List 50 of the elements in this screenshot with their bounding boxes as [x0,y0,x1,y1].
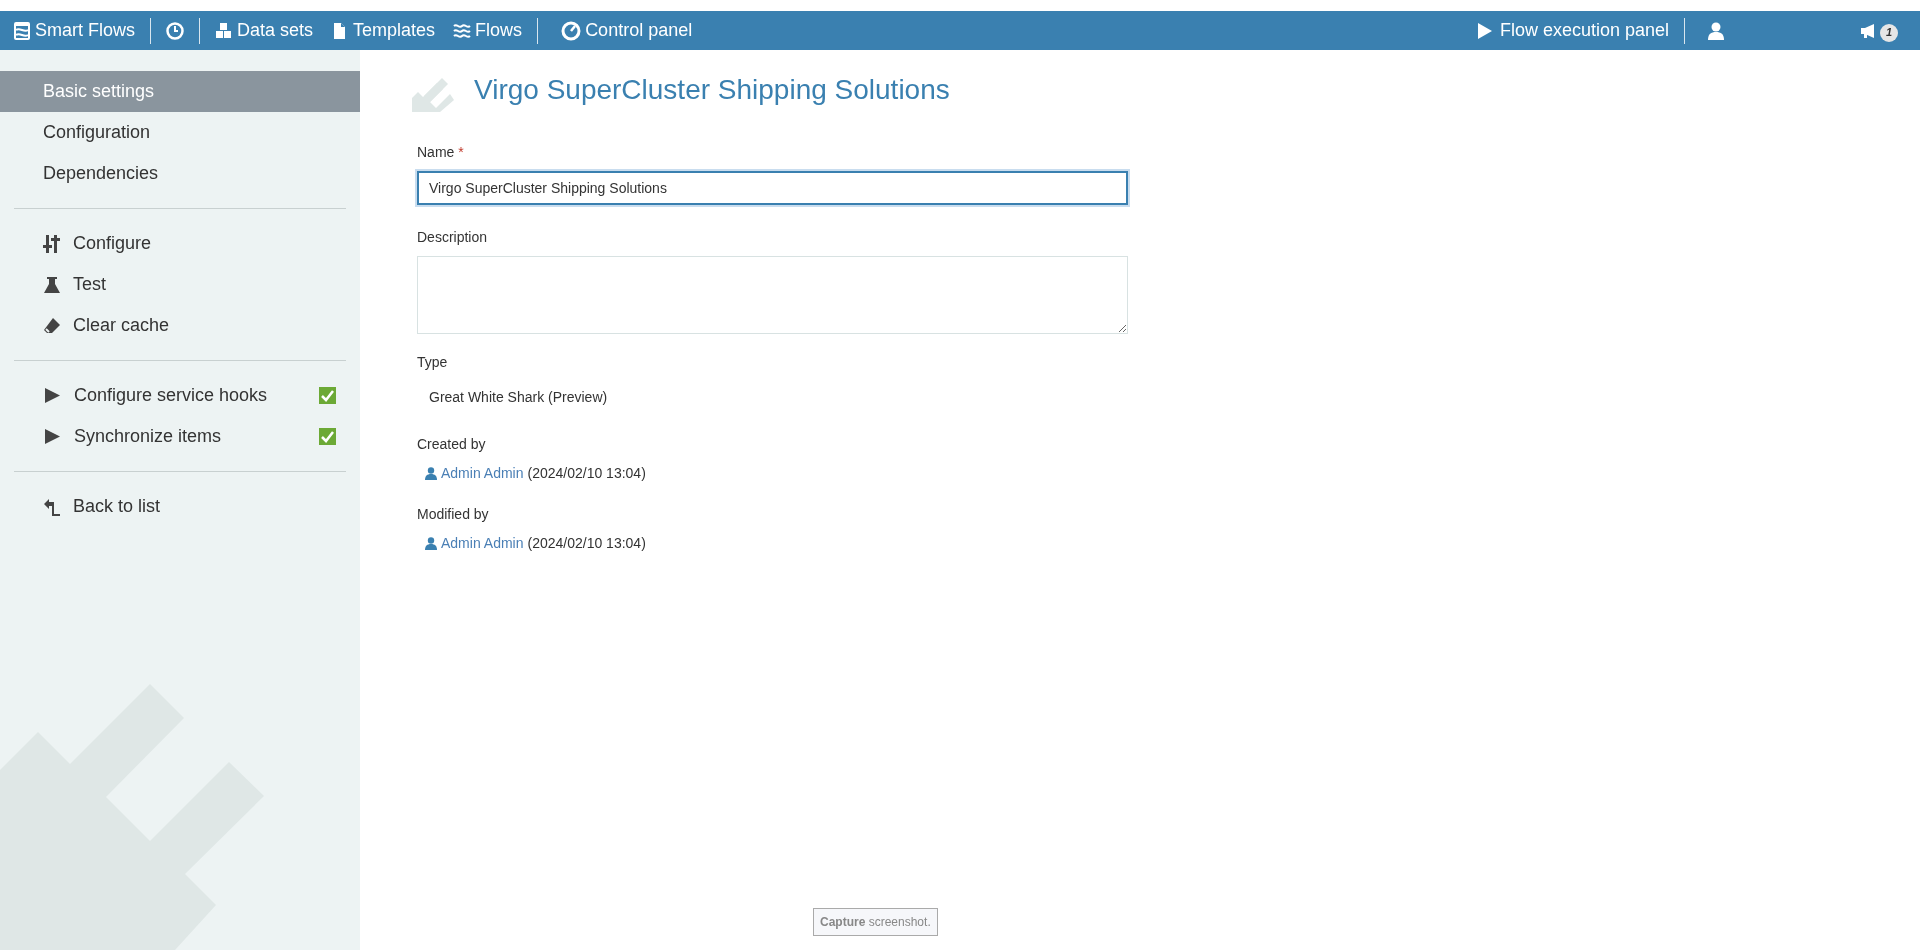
user-icon [425,537,437,550]
field-label: Modified by [417,505,490,524]
field-label: Name [417,143,455,162]
sidebar-action[interactable]: Test [0,264,360,305]
triangle-icon [45,388,60,403]
clock-icon [166,21,184,40]
name-input[interactable]: Virgo SuperCluster Shipping Solutions [417,171,1128,205]
sidebar-action[interactable]: Clear cache [0,305,360,346]
history-button[interactable] [166,21,184,40]
timestamp: (2024/02/10 13:04) [527,464,646,483]
field-value: Great White Shark (Preview) [428,388,609,407]
gauge-icon [561,20,582,41]
checkbox[interactable] [319,387,336,404]
triangle-icon [45,429,60,444]
nav-link[interactable]: Flows [453,17,523,44]
eraser-icon [43,316,61,335]
notification-badge: 1 [1880,23,1898,42]
field-label: Description [417,228,489,247]
sidebar-item[interactable]: Configuration [0,112,360,153]
user-link[interactable]: Admin Admin [425,463,524,484]
nav-link[interactable]: Templates [331,17,436,44]
user-link[interactable]: Admin Admin [425,533,524,554]
back-link[interactable]: Back to list [0,486,360,527]
description-field[interactable] [417,256,1128,334]
user-icon [1708,21,1724,40]
required-marker: * [458,143,464,162]
flask-icon [43,275,61,294]
user-icon [425,467,437,480]
nav-link[interactable]: Control panel [561,17,693,44]
nav-link[interactable]: Flow execution panel [1477,17,1669,44]
sidebar-item[interactable]: Dependencies [0,153,360,194]
checkbox[interactable] [319,428,336,445]
notifications-button[interactable]: 1 [1860,19,1898,42]
sliders-icon [43,234,61,253]
field-label: Created by [417,435,487,454]
boxes-icon [215,21,233,40]
brand-link[interactable]: Smart Flows [14,17,135,44]
sidebar-action[interactable]: Configure [0,223,360,264]
expandable-item[interactable]: Configure service hooks [45,382,319,409]
user-menu-button[interactable] [1708,21,1724,40]
page-title: Virgo SuperCluster Shipping Solutions [474,73,950,107]
back-arrow-icon [43,497,61,516]
timestamp: (2024/02/10 13:04) [527,534,646,553]
layers-icon [14,21,30,40]
play-icon [1477,22,1492,39]
field-label: Type [417,353,449,372]
expandable-item[interactable]: Synchronize items [45,423,319,450]
tooltip: Capture screenshot. [813,908,938,936]
waves-icon [453,21,472,40]
nav-link[interactable]: Data sets [215,17,314,44]
